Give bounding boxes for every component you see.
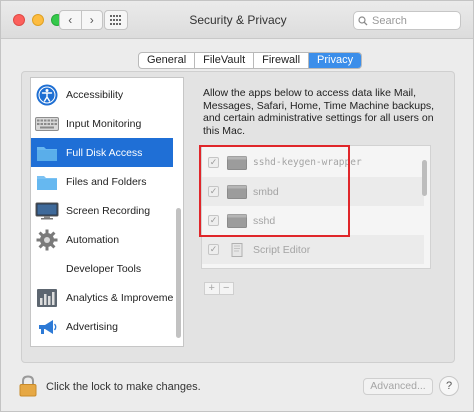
megaphone-icon — [35, 315, 59, 339]
sidebar-item-automation[interactable]: Automation — [31, 225, 173, 254]
sidebar-item-label: Developer Tools — [66, 262, 142, 275]
sidebar-item-label: Screen Recording — [66, 204, 151, 217]
sidebar-item-label: Files and Folders — [66, 175, 147, 188]
accessibility-icon — [35, 83, 59, 107]
annotation-highlight — [199, 145, 350, 237]
search-field[interactable] — [353, 11, 461, 30]
tab-firewall[interactable]: Firewall — [253, 53, 308, 68]
chart-icon — [35, 286, 59, 310]
app-checkbox[interactable]: ✓ — [208, 244, 219, 255]
sidebar-item-files-and-folders[interactable]: Files and Folders — [31, 167, 173, 196]
blank-icon — [35, 257, 59, 281]
sidebar-item-label: Input Monitoring — [66, 117, 142, 130]
sidebar-item-advertising[interactable]: Advertising — [31, 312, 173, 341]
sidebar-scrollbar[interactable] — [176, 208, 181, 338]
sidebar-item-analytics[interactable]: Analytics & Improveme… — [31, 283, 173, 312]
sidebar-item-label: Analytics & Improveme… — [66, 291, 173, 304]
sidebar-item-label: Full Disk Access — [66, 146, 143, 159]
keyboard-icon — [35, 112, 59, 136]
tab-general[interactable]: General — [139, 53, 194, 68]
tab-privacy[interactable]: Privacy — [308, 53, 362, 68]
sidebar-item-label: Advertising — [66, 320, 118, 333]
add-app-button[interactable]: + — [205, 283, 219, 294]
list-item[interactable]: ✓ Script Editor — [202, 235, 424, 264]
folder-icon — [35, 141, 59, 165]
help-button[interactable]: ? — [439, 376, 459, 396]
tab-bar: General FileVault Firewall Privacy — [138, 52, 363, 69]
advanced-button[interactable]: Advanced... — [363, 378, 433, 395]
remove-app-button[interactable]: − — [218, 283, 234, 294]
app-list-scrollbar[interactable] — [422, 160, 427, 196]
preferences-window: ‹ › Security & Privacy General FileVault — [0, 0, 474, 412]
gear-icon — [35, 228, 59, 252]
privacy-description: Allow the apps below to access data like… — [203, 87, 435, 137]
sidebar-item-accessibility[interactable]: Accessibility — [31, 80, 173, 109]
title-bar: ‹ › Security & Privacy — [1, 1, 473, 39]
search-input[interactable] — [372, 14, 456, 27]
privacy-category-list[interactable]: Accessibility Input Monitoring Full Disk… — [30, 77, 184, 347]
sidebar-item-input-monitoring[interactable]: Input Monitoring — [31, 109, 173, 138]
script-editor-icon — [231, 242, 243, 257]
display-icon — [35, 199, 59, 223]
sidebar-item-full-disk-access[interactable]: Full Disk Access — [31, 138, 173, 167]
lock-icon[interactable] — [19, 375, 37, 397]
sidebar-item-developer-tools[interactable]: Developer Tools — [31, 254, 173, 283]
sidebar-item-label: Accessibility — [66, 88, 124, 101]
search-icon — [358, 15, 368, 25]
add-remove-control: + − — [204, 282, 234, 295]
tab-filevault[interactable]: FileVault — [194, 53, 253, 68]
folder-icon — [35, 170, 59, 194]
app-name: Script Editor — [253, 243, 311, 256]
sidebar-item-screen-recording[interactable]: Screen Recording — [31, 196, 173, 225]
lock-hint: Click the lock to make changes. — [46, 381, 201, 393]
sidebar-item-label: Automation — [66, 233, 120, 246]
